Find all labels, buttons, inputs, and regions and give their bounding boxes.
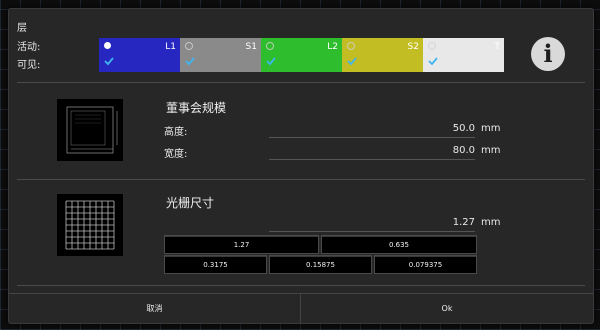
board-preview-thumbnail	[57, 99, 123, 161]
width-input-underline	[269, 159, 475, 160]
grid-size-input[interactable]: 1.27	[269, 217, 475, 228]
visible-checkbox-icon[interactable]	[347, 56, 357, 66]
divider	[17, 179, 585, 180]
layer-name: L1	[165, 42, 176, 52]
grid-size-title: 光栅尺寸	[166, 196, 215, 210]
grid-preview-thumbnail	[57, 194, 123, 256]
visible-label: 可见:	[17, 60, 41, 71]
layer-l2[interactable]: L2	[261, 38, 342, 72]
layer-l1[interactable]: L1	[99, 38, 180, 72]
grid-preset-button[interactable]: 0.635	[321, 235, 477, 254]
height-input[interactable]: 50.0	[269, 123, 475, 134]
layers-label: 层	[17, 23, 27, 34]
visible-checkbox-icon[interactable]	[185, 56, 195, 66]
layer-name: S2	[407, 42, 419, 52]
width-unit: mm	[481, 145, 501, 156]
layer-active-radio[interactable]	[347, 42, 355, 50]
grid-preset-button[interactable]: 0.079375	[374, 255, 477, 274]
divider	[17, 82, 585, 83]
height-unit: mm	[481, 123, 501, 134]
cancel-button[interactable]: 取消	[9, 294, 300, 323]
layer-name: T	[494, 42, 501, 52]
layer-active-radio[interactable]	[266, 42, 274, 50]
grid-size-input-underline	[269, 231, 475, 232]
layer-settings-dialog: 层 活动: 可见: L1 S1 L2 S2 T i 董事会规模 高度: 50.0 mm …	[8, 8, 594, 324]
layer-active-radio[interactable]	[428, 42, 436, 50]
layer-s2[interactable]: S2	[342, 38, 423, 72]
grid-preset-button[interactable]: 0.3175	[164, 255, 267, 274]
width-label: 宽度:	[164, 149, 188, 160]
ok-button[interactable]: Ok	[301, 294, 593, 323]
active-label: 活动:	[17, 42, 41, 53]
visible-checkbox-icon[interactable]	[266, 56, 276, 66]
layer-s1[interactable]: S1	[180, 38, 261, 72]
visible-checkbox-icon[interactable]	[428, 56, 438, 66]
visible-checkbox-icon[interactable]	[104, 56, 114, 66]
grid-preset-button[interactable]: 0.15875	[269, 255, 372, 274]
layer-name: L2	[327, 42, 338, 52]
height-input-underline	[269, 137, 475, 138]
board-size-title: 董事会规模	[166, 101, 227, 115]
layer-t[interactable]: T	[423, 38, 504, 72]
width-input[interactable]: 80.0	[269, 145, 475, 156]
layer-active-radio[interactable]	[104, 42, 111, 49]
grid-preset-button[interactable]: 1.27	[164, 235, 319, 254]
layer-name: S1	[245, 42, 257, 52]
layer-active-radio[interactable]	[185, 42, 193, 50]
grid-size-unit: mm	[481, 217, 501, 228]
divider	[17, 285, 585, 286]
info-icon[interactable]: i	[531, 37, 565, 71]
height-label: 高度:	[164, 127, 188, 138]
